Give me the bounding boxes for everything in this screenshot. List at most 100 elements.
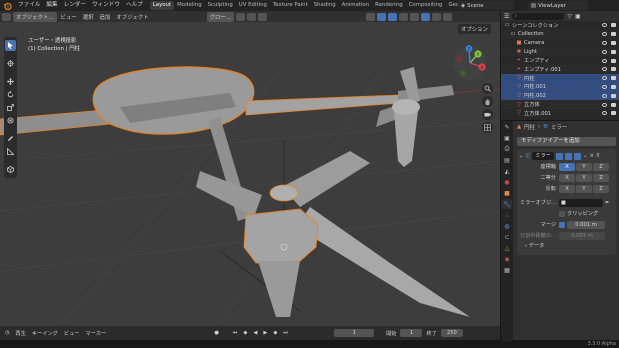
render-camera-icon[interactable] (611, 40, 616, 45)
bisect-z-toggle[interactable]: Z (593, 173, 609, 182)
xray-button[interactable] (398, 12, 408, 21)
render-camera-icon[interactable] (611, 111, 616, 116)
outliner-item[interactable]: ✱ Light (501, 47, 619, 57)
tab-world[interactable]: ● (502, 177, 512, 187)
outliner-item[interactable]: ⌖ エンプティ (501, 56, 619, 65)
prev-keyframe-button[interactable]: ◆ (241, 330, 249, 336)
play-button[interactable]: ▶ (261, 330, 269, 336)
eye-icon[interactable] (602, 58, 607, 63)
current-frame-field[interactable]: 1 (334, 329, 375, 337)
collapse-chevron-icon[interactable]: ⌄ (519, 153, 523, 159)
mode-selector[interactable]: オブジェクト... (13, 11, 57, 22)
bisect-distance-field[interactable]: 0.001 m (559, 231, 605, 240)
mirror-object-field[interactable]: ■ (559, 198, 603, 207)
start-frame-field[interactable]: 1 (400, 329, 423, 337)
flip-y-toggle[interactable]: Y (576, 184, 592, 193)
new-collection-icon[interactable]: ▣ (575, 13, 581, 20)
outliner-item[interactable]: ▽ 立方体.001 (501, 109, 619, 118)
outliner-item[interactable]: ▽ 円柱 (501, 73, 619, 83)
render-toggle[interactable] (574, 152, 582, 160)
axis-z-toggle[interactable]: Z (593, 162, 609, 171)
scene-selector[interactable]: ◈ Scene (458, 1, 514, 10)
tab-tool[interactable]: ✎ (502, 122, 512, 132)
render-camera-icon[interactable] (611, 76, 616, 81)
render-camera-icon[interactable] (611, 102, 616, 107)
bisect-x-toggle[interactable]: X (559, 173, 575, 182)
eye-icon[interactable] (602, 76, 607, 81)
zoom-button[interactable] (482, 83, 493, 94)
eye-icon[interactable] (602, 93, 607, 98)
3d-viewport[interactable]: オブジェクト... ビュー 選択 追加 オブジェクト グロー... オプション … (0, 11, 500, 326)
record-button[interactable]: ● (212, 330, 221, 336)
menu-help[interactable]: ヘルプ (123, 0, 146, 11)
shading-rendered-button[interactable] (442, 12, 452, 21)
menu-playback[interactable]: 再生 (14, 330, 28, 337)
modifier-name-field[interactable]: ミラー (532, 152, 555, 160)
move-tool[interactable] (5, 76, 16, 87)
render-camera-icon[interactable] (611, 49, 616, 54)
eye-icon[interactable] (602, 32, 607, 37)
camera-view-button[interactable] (482, 109, 493, 120)
menu-marker[interactable]: マーカー (83, 330, 108, 337)
eyedropper-icon[interactable]: ✒ (605, 200, 609, 206)
tab-texture-paint[interactable]: Texture Paint (270, 1, 311, 10)
next-keyframe-button[interactable]: ◆ (271, 330, 279, 336)
tab-compositing[interactable]: Compositing (406, 1, 446, 10)
dropdown-chevron-icon[interactable]: ⌄ (583, 153, 587, 159)
navigation-gizmo[interactable]: X Y Z (452, 45, 488, 81)
blender-logo-icon[interactable] (2, 1, 12, 10)
tab-texture[interactable]: ▦ (502, 265, 512, 275)
timeline-editor-icon[interactable]: ◷ (3, 330, 12, 336)
outliner-item[interactable]: ▽ 立方体 (501, 100, 619, 109)
pivot-button[interactable] (235, 12, 245, 21)
menu-add[interactable]: 追加 (97, 13, 112, 21)
menu-object[interactable]: オブジェクト (114, 13, 150, 21)
rotate-tool[interactable] (5, 89, 16, 100)
play-reverse-button[interactable]: ◀ (251, 330, 259, 336)
tab-particles[interactable]: ∴ (502, 210, 512, 220)
tab-modifiers[interactable]: 🔧︎ (502, 199, 512, 209)
eye-icon[interactable] (602, 84, 607, 89)
tab-scene[interactable]: ◭ (502, 166, 512, 176)
tab-constraints[interactable]: ⊂ (502, 232, 512, 242)
outliner-item[interactable]: ▭ Collection (501, 29, 619, 39)
menu-view[interactable]: ビュー (59, 13, 79, 21)
tab-data[interactable]: △ (502, 243, 512, 253)
tab-physics[interactable]: ◍ (502, 221, 512, 231)
tab-sculpting[interactable]: Sculpting (205, 1, 236, 10)
tab-modeling[interactable]: Modeling (174, 1, 205, 10)
menu-file[interactable]: ファイル (15, 0, 43, 11)
measure-tool[interactable] (5, 146, 16, 157)
select-box-tool[interactable] (5, 40, 16, 51)
tab-output[interactable]: ⎙ (502, 144, 512, 154)
transform-orientation[interactable]: グロー... (206, 11, 234, 22)
jump-start-button[interactable]: ⏮ (231, 330, 240, 337)
annotate-tool[interactable] (5, 133, 16, 144)
edit-mode-toggle[interactable] (556, 152, 564, 160)
menu-render[interactable]: レンダー (61, 0, 89, 11)
menu-keying[interactable]: キーイング (30, 330, 60, 337)
visibility-button[interactable] (365, 12, 375, 21)
merge-distance-field[interactable]: 0.001 m (567, 220, 605, 229)
tab-object[interactable]: ■ (502, 188, 512, 198)
render-camera-icon[interactable] (611, 32, 616, 37)
pan-button[interactable] (482, 96, 493, 107)
ortho-toggle-button[interactable] (482, 122, 493, 133)
viewport-toggle[interactable] (565, 152, 573, 160)
options-dropdown[interactable]: オプション (458, 24, 491, 34)
cursor-tool[interactable] (5, 58, 16, 69)
tab-material[interactable]: ◉ (502, 254, 512, 264)
viewport-scene[interactable] (0, 11, 500, 326)
end-frame-field[interactable]: 250 (440, 329, 463, 337)
add-cube-tool[interactable] (5, 164, 16, 175)
render-camera-icon[interactable] (611, 58, 616, 63)
tab-uv-editing[interactable]: UV Editing (236, 1, 270, 10)
close-icon[interactable]: × (590, 153, 594, 159)
drag-handle-icon[interactable]: ⠿ (596, 153, 600, 159)
data-subpanel-header[interactable]: › データ (519, 241, 614, 251)
render-camera-icon[interactable] (611, 84, 616, 89)
snap-button[interactable] (246, 12, 256, 21)
menu-edit[interactable]: 編集 (43, 0, 60, 11)
axis-y-toggle[interactable]: Y (576, 162, 592, 171)
menu-timeline-view[interactable]: ビュー (62, 330, 82, 337)
